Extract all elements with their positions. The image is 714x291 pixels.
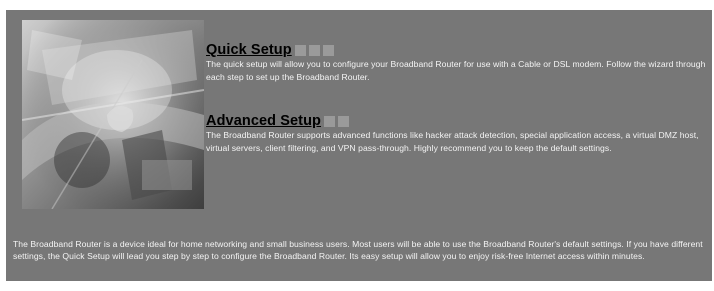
advanced-setup-section: Advanced Setup The Broadband Router supp… [206,113,706,154]
content-panel: Quick Setup The quick setup will allow y… [6,10,712,281]
grey-square-icon [294,44,306,56]
quick-setup-section: Quick Setup The quick setup will allow y… [206,42,706,83]
network-collage-image [22,20,204,209]
grey-square-icon [308,44,320,56]
grey-square-icon [322,44,334,56]
advanced-setup-description: The Broadband Router supports advanced f… [206,130,699,153]
router-intro-text: The Broadband Router is a device ideal f… [13,239,703,262]
advanced-setup-link[interactable]: Advanced Setup [206,113,321,129]
hero-image [22,20,204,209]
quick-setup-description: The quick setup will allow you to config… [206,59,706,82]
grey-square-icon [338,115,350,127]
quick-setup-link[interactable]: Quick Setup [206,42,292,58]
grey-square-icon [324,115,336,127]
